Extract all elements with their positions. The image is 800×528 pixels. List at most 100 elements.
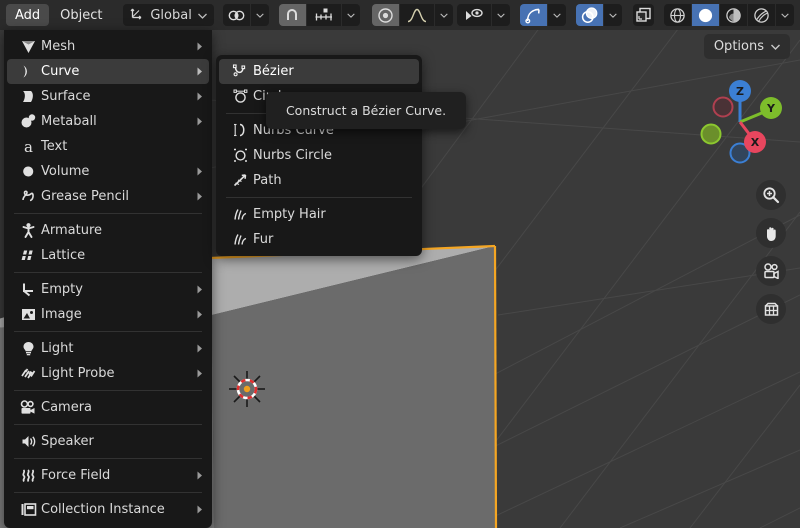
menu-item-surface[interactable]: Surface: [7, 84, 209, 109]
tooltip: Construct a Bézier Curve.: [266, 92, 466, 129]
snap-to-chevron[interactable]: [341, 4, 360, 26]
menu-item-label: Text: [41, 139, 68, 154]
shading-mode-group: [663, 4, 794, 26]
light-bulb-icon: [15, 340, 41, 357]
menu-item-image[interactable]: Image: [7, 302, 209, 327]
gizmo-chevron[interactable]: [547, 4, 566, 26]
submenu-arrow-icon: [191, 285, 203, 294]
shading-wireframe[interactable]: [663, 4, 691, 26]
menu-add[interactable]: Add: [6, 4, 50, 26]
shading-solid[interactable]: [691, 4, 719, 26]
menu-item-lattice[interactable]: Lattice: [7, 243, 209, 268]
submenu-arrow-icon: [191, 67, 203, 76]
hand-icon: [766, 226, 776, 241]
gizmo-icon: [525, 8, 540, 23]
object-visibility-button[interactable]: [456, 4, 491, 26]
menu-item-label: Empty: [41, 282, 83, 297]
add-menu-panel[interactable]: Mesh Curve Surface Metaball a Text Volum…: [4, 30, 212, 528]
submenu-item-bezier[interactable]: Bézier: [219, 59, 419, 84]
menu-item-label: Armature: [41, 223, 103, 238]
menu-item-armature[interactable]: Armature: [7, 218, 209, 243]
gizmo-label-z: Z: [736, 85, 744, 98]
proportional-edit-toggle[interactable]: [371, 4, 399, 26]
submenu-arrow-icon: [191, 310, 203, 319]
pivot-point-chevron[interactable]: [250, 4, 269, 26]
menu-item-grease-pencil[interactable]: Grease Pencil: [7, 184, 209, 209]
chevron-down-icon: [197, 8, 207, 23]
overlays-icon: [582, 6, 598, 23]
submenu-item-fur[interactable]: Fur: [219, 227, 419, 252]
submenu-item-nurbs-circle[interactable]: Nurbs Circle: [219, 143, 419, 168]
menu-item-volume[interactable]: Volume: [7, 159, 209, 184]
gizmo-toggle[interactable]: [519, 4, 547, 26]
menu-item-label: Volume: [41, 164, 90, 179]
toggle-perspective-button[interactable]: [756, 294, 786, 324]
menu-item-mesh[interactable]: Mesh: [7, 34, 209, 59]
bezier-circle-icon: [227, 88, 253, 105]
text-a-icon: a: [15, 138, 41, 155]
nurbs-circle-icon: [227, 147, 253, 164]
menu-item-curve[interactable]: Curve: [7, 59, 209, 84]
collection-instance-icon: [15, 501, 41, 518]
menu-item-label: Light Probe: [41, 366, 115, 381]
chevron-down-icon: [771, 39, 780, 54]
blender-3d-viewport-window: Options Z Y X Add Object Global Mesh Cur…: [0, 0, 800, 528]
submenu-item-label: Empty Hair: [253, 207, 326, 222]
menu-separator: [14, 331, 202, 332]
zoom-in-icon: [763, 187, 780, 204]
viewport-header-bar: Add Object Global: [0, 0, 800, 30]
menu-separator: [14, 390, 202, 391]
menu-item-camera[interactable]: Camera: [7, 395, 209, 420]
submenu-arrow-icon: [191, 167, 203, 176]
menu-item-label: Speaker: [41, 434, 94, 449]
pan-view-button[interactable]: [756, 218, 786, 248]
mesh-cone-icon: [15, 38, 41, 55]
navigation-gizmo[interactable]: Z Y X: [690, 72, 790, 172]
submenu-item-empty-hair[interactable]: Empty Hair: [219, 202, 419, 227]
armature-icon: [15, 222, 41, 239]
snap-magnet-toggle[interactable]: [278, 4, 306, 26]
volume-icon: [15, 163, 41, 180]
overlays-chevron[interactable]: [604, 4, 623, 26]
transform-orientation-dropdown[interactable]: Global: [123, 4, 214, 26]
submenu-item-label: Bézier: [253, 64, 294, 79]
shading-chevron[interactable]: [775, 4, 794, 26]
menu-item-speaker[interactable]: Speaker: [7, 429, 209, 454]
submenu-arrow-icon: [191, 92, 203, 101]
xray-toggle[interactable]: [632, 4, 654, 26]
visibility-chevron[interactable]: [491, 4, 510, 26]
menu-object[interactable]: Object: [51, 4, 111, 26]
material-preview-sphere-icon: [726, 7, 741, 23]
shading-rendered[interactable]: [747, 4, 775, 26]
pivot-point-icon: [228, 10, 244, 20]
menu-item-collection-instance[interactable]: Collection Instance: [7, 497, 209, 522]
orthographic-grid-icon: [764, 302, 778, 316]
submenu-item-label: Fur: [253, 232, 274, 247]
viewport-options-button[interactable]: Options: [703, 34, 790, 59]
menu-item-force-field[interactable]: Force Field: [7, 463, 209, 488]
camera-icon: [763, 263, 779, 279]
menu-item-label: Force Field: [41, 468, 111, 483]
submenu-item-path[interactable]: Path: [219, 168, 419, 193]
pivot-point-button[interactable]: [222, 4, 250, 26]
menu-item-text[interactable]: a Text: [7, 134, 209, 159]
path-icon: [227, 172, 253, 189]
bezier-curve-icon: [227, 63, 253, 80]
menu-item-empty[interactable]: Empty: [7, 277, 209, 302]
pivot-point-dropdown[interactable]: [222, 4, 269, 26]
metaball-icon: [15, 113, 41, 130]
shading-material[interactable]: [719, 4, 747, 26]
zoom-view-button[interactable]: [756, 180, 786, 210]
proportional-falloff-chevron[interactable]: [434, 4, 453, 26]
menu-item-light-probe[interactable]: Light Probe: [7, 361, 209, 386]
overlays-toggle[interactable]: [576, 4, 604, 26]
camera-view-button[interactable]: [756, 256, 786, 286]
snap-to-button[interactable]: [306, 4, 341, 26]
menu-item-label: Camera: [41, 400, 93, 415]
proportional-falloff-button[interactable]: [399, 4, 434, 26]
submenu-arrow-icon: [191, 117, 203, 126]
curve-submenu-panel[interactable]: Bézier Circle: [216, 55, 422, 256]
menu-item-label: Image: [41, 307, 82, 322]
menu-item-metaball[interactable]: Metaball: [7, 109, 209, 134]
menu-item-light[interactable]: Light: [7, 336, 209, 361]
